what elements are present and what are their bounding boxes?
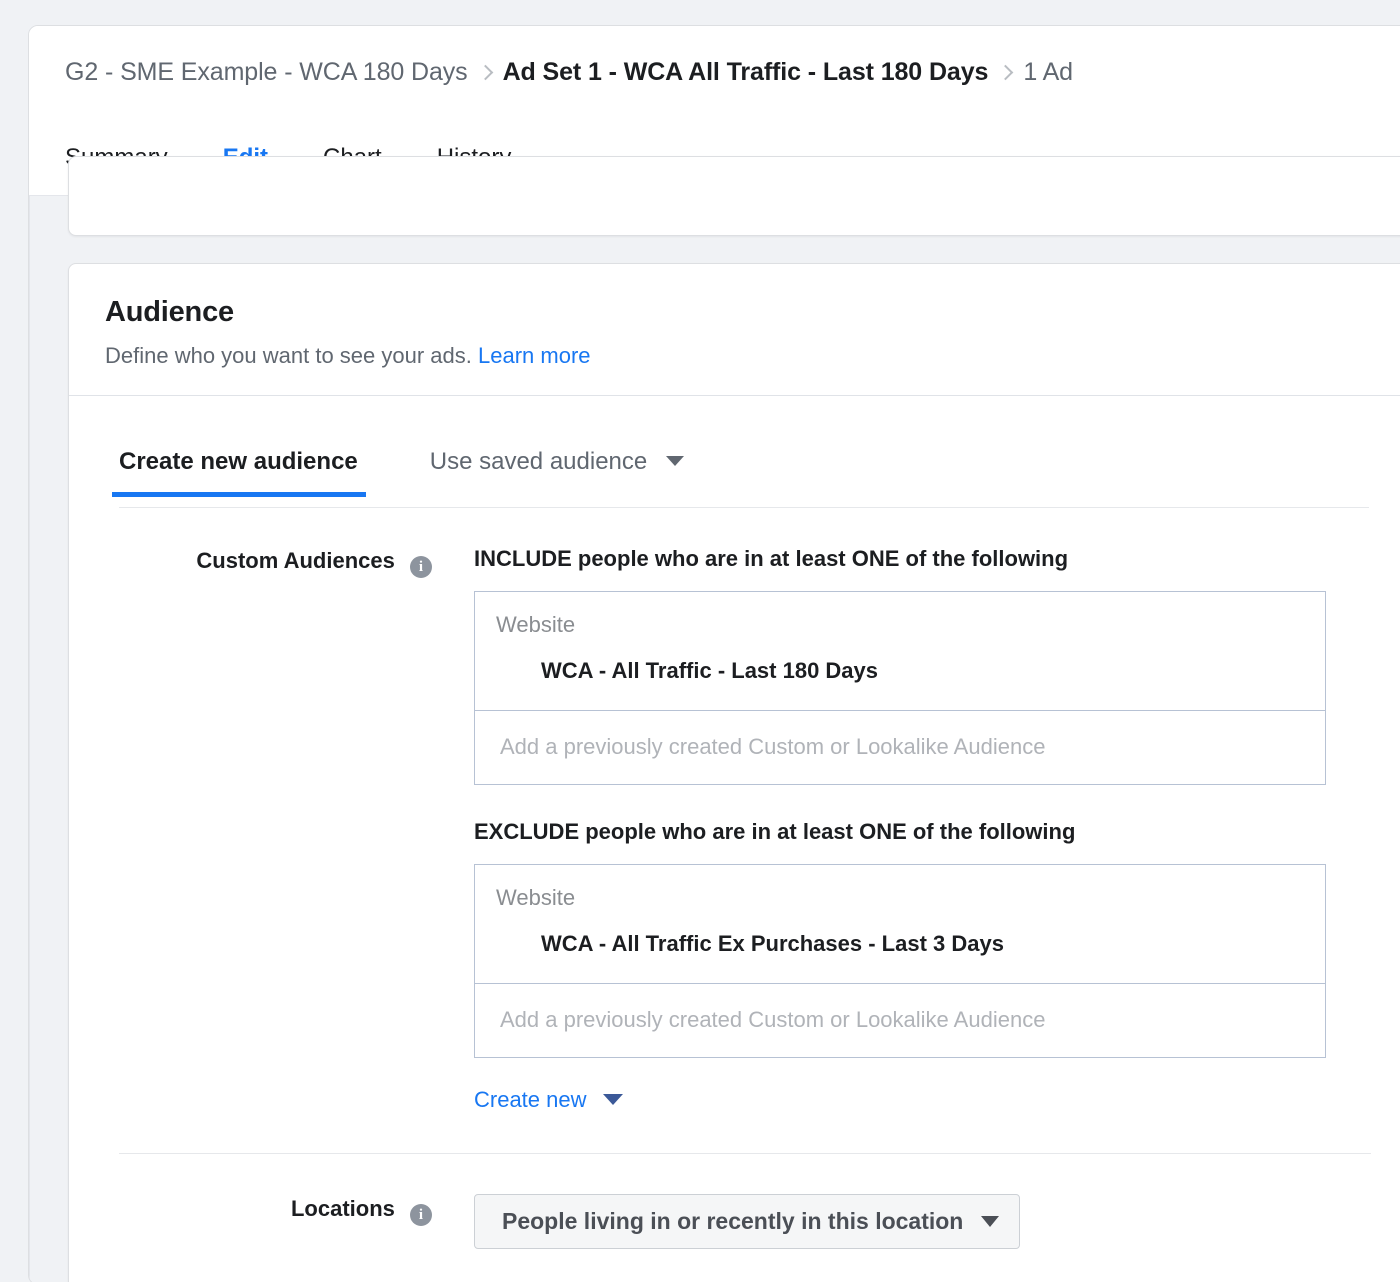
exclude-audience-name[interactable]: WCA - All Traffic Ex Purchases - Last 3 … [475, 911, 1325, 983]
locations-row: Locations i People living in or recently… [69, 1194, 1400, 1282]
page-title: Audience [105, 296, 234, 328]
exclude-audience-input[interactable]: Add a previously created Custom or Looka… [474, 984, 1326, 1058]
exclude-audience-type: Website [496, 885, 576, 910]
learn-more-link[interactable]: Learn more [478, 343, 591, 368]
locations-label: Locations i [119, 1194, 474, 1249]
include-audience-box: Website WCA - All Traffic - Last 180 Day… [474, 591, 1326, 711]
info-icon[interactable]: i [410, 556, 432, 578]
locations-field: People living in or recently in this loc… [474, 1194, 1400, 1249]
breadcrumb-item-campaign[interactable]: G2 - SME Example - WCA 180 Days [65, 58, 468, 87]
breadcrumb: G2 - SME Example - WCA 180 Days Ad Set 1… [65, 58, 1073, 87]
exclude-audience-box: Website WCA - All Traffic Ex Purchases -… [474, 864, 1326, 984]
caret-down-icon [602, 1093, 623, 1105]
breadcrumb-item-ad[interactable]: 1 Ad [1023, 58, 1073, 87]
include-audience-type: Website [496, 612, 576, 637]
screen-root: G2 - SME Example - WCA 180 Days Ad Set 1… [0, 0, 1400, 1282]
subtab-create-new-audience[interactable]: Create new audience [112, 448, 366, 497]
audience-card-subtitle: Define who you want to see your ads. Lea… [105, 343, 1400, 369]
include-group-title: INCLUDE people who are in at least ONE o… [474, 546, 1069, 571]
section-divider [119, 1153, 1371, 1154]
custom-audiences-field: INCLUDE people who are in at least ONE o… [474, 546, 1400, 1113]
locations-type-select[interactable]: People living in or recently in this loc… [474, 1194, 1021, 1249]
include-audience-name[interactable]: WCA - All Traffic - Last 180 Days [475, 638, 1325, 710]
panel-body-inner: Audience Define who you want to see your… [40, 156, 1400, 1282]
previous-section-card [68, 156, 1400, 236]
custom-audiences-label-text: Custom Audiences [196, 548, 395, 573]
include-audience-input[interactable]: Add a previously created Custom or Looka… [474, 711, 1326, 785]
audience-subtitle-text: Define who you want to see your ads. [105, 343, 472, 368]
locations-type-select-value: People living in or recently in this loc… [502, 1208, 964, 1234]
audience-card: Audience Define who you want to see your… [68, 263, 1400, 1282]
caret-down-icon [665, 455, 684, 466]
locations-label-text: Locations [290, 1196, 395, 1221]
subtab-use-saved-audience[interactable]: Use saved audience [430, 448, 684, 496]
breadcrumb-item-adset[interactable]: Ad Set 1 - WCA All Traffic - Last 180 Da… [503, 58, 989, 87]
chevron-right-icon [998, 64, 1014, 81]
exclude-group-title: EXCLUDE people who are in at least ONE o… [474, 819, 1076, 844]
custom-audiences-row: Custom Audiences i INCLUDE people who ar… [69, 546, 1400, 1113]
create-new-audience-button[interactable]: Create new [474, 1087, 623, 1113]
audience-card-header: Audience Define who you want to see your… [69, 264, 1400, 396]
ads-manager-panel: G2 - SME Example - WCA 180 Days Ad Set 1… [28, 25, 1400, 1282]
audience-card-body: Create new audience Use saved audience C… [69, 448, 1400, 1282]
custom-audiences-label: Custom Audiences i [119, 546, 474, 1113]
audience-subtabs: Create new audience Use saved audience [112, 448, 1369, 508]
subtab-use-saved-audience-label: Use saved audience [429, 448, 648, 475]
chevron-right-icon [477, 64, 493, 81]
create-new-label: Create new [474, 1087, 587, 1112]
info-icon[interactable]: i [410, 1204, 432, 1226]
panel-body: Audience Define who you want to see your… [29, 156, 1400, 1282]
caret-down-icon [981, 1216, 1000, 1227]
